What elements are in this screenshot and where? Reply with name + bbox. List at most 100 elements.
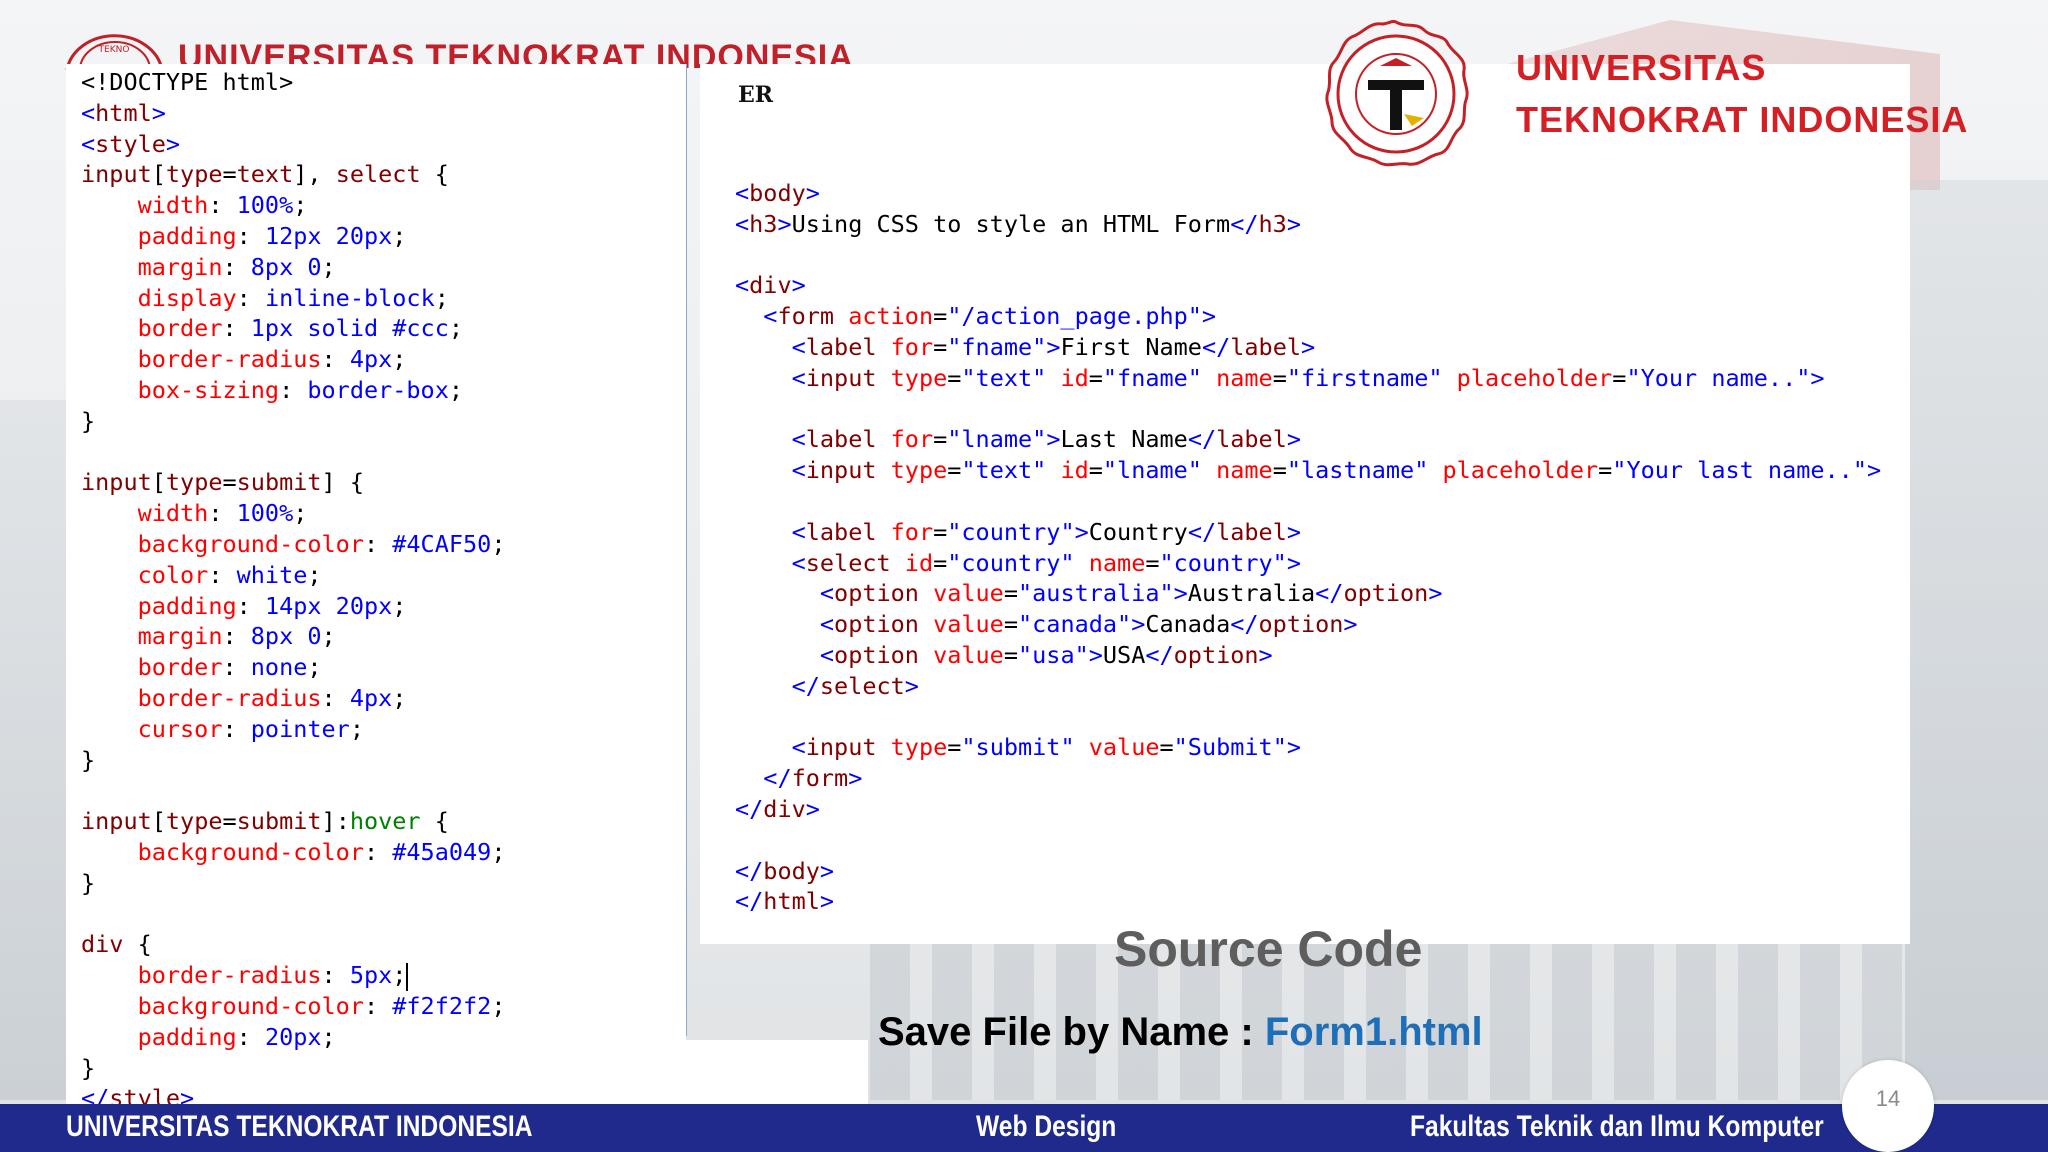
code-token: </ [1315, 579, 1344, 608]
code-token: "Your name.." [1626, 363, 1811, 392]
code-token: Canada [1145, 610, 1231, 639]
code-token: > [1046, 425, 1061, 454]
footer-bar: UNIVERSITAS TEKNOKRAT INDONESIA Web Desi… [0, 1104, 2048, 1152]
code-token: : [321, 683, 350, 712]
code-line: <html> [81, 98, 505, 129]
code-token: ; [392, 345, 407, 374]
code-line: <label for="lname">Last Name</label> [735, 424, 1881, 455]
code-token: "lname" [1102, 456, 1202, 485]
code-token: > [165, 129, 181, 158]
code-token: </ [1201, 332, 1231, 361]
code-token: id [1060, 363, 1089, 392]
code-token: body [763, 856, 820, 885]
code-token: : [279, 375, 308, 404]
code-token: name [1216, 363, 1273, 392]
code-line: display: inline-block; [81, 283, 505, 314]
code-line: </html> [735, 886, 1881, 917]
code-token: ; [448, 375, 464, 404]
code-token: = [1612, 363, 1627, 392]
code-token: "country" [947, 517, 1075, 546]
code-token: name [1216, 456, 1273, 485]
code-line: <body> [735, 178, 1881, 209]
code-token: : [208, 560, 237, 589]
code-token: ; [293, 499, 308, 528]
code-token: margin [137, 622, 223, 651]
code-token: type [165, 468, 223, 497]
code-line: padding: 12px 20px; [81, 221, 505, 252]
code-token: : [321, 345, 350, 374]
code-token: form [791, 764, 849, 793]
code-token: "lname" [947, 425, 1047, 454]
code-token: ; [491, 529, 506, 558]
code-token: [ [151, 160, 166, 189]
code-token: border [137, 653, 223, 682]
code-token: body [749, 179, 806, 207]
code-token: : [236, 1022, 265, 1051]
svg-text:TEKNO: TEKNO [98, 45, 130, 55]
code-token: 5px [349, 961, 393, 990]
code-token: type [890, 456, 948, 485]
code-token: submit [236, 807, 322, 836]
code-token: > [1286, 517, 1302, 546]
code-token: #4CAF50 [392, 529, 492, 558]
code-token: : [222, 252, 251, 281]
code-token: = [1159, 733, 1174, 762]
code-token: "usa" [1018, 640, 1089, 669]
code-line: box-sizing: border-box; [81, 375, 505, 406]
code-token: > [819, 856, 835, 885]
code-token: ; [434, 283, 449, 312]
code-token: < [791, 332, 806, 361]
code-line: </form> [735, 763, 1881, 794]
code-token: : [208, 191, 237, 220]
code-token: ; [321, 622, 336, 651]
code-token: select [805, 548, 891, 577]
code-token: < [819, 640, 835, 669]
code-token: style [95, 129, 166, 158]
code-token: : [208, 499, 237, 528]
code-token: select [819, 671, 905, 700]
code-token: ] { [321, 468, 364, 497]
code-token: > [1286, 733, 1301, 762]
code-token: border-radius [137, 345, 322, 374]
footer-course: Web Design [976, 1110, 1117, 1143]
code-token: > [777, 209, 792, 238]
code-token: 8px 0 [250, 622, 322, 651]
code-token: = [933, 425, 948, 454]
code-line: } [81, 745, 505, 776]
code-token: id [1060, 456, 1089, 485]
code-token: : [236, 591, 265, 620]
code-token: > [1286, 425, 1302, 454]
code-token: 4px [349, 345, 393, 374]
code-token: border-radius [137, 961, 322, 990]
code-token: padding [137, 221, 237, 250]
code-token: = [222, 807, 237, 836]
code-token: [ [151, 807, 166, 836]
code-token: = [1003, 610, 1018, 639]
code-token: : [222, 622, 251, 651]
code-line: background-color: #f2f2f2; [81, 991, 506, 1022]
code-token: ; [448, 314, 464, 343]
code-token: > [1286, 209, 1301, 238]
code-token: } [81, 1053, 96, 1082]
code-token: margin [137, 252, 223, 281]
code-token: < [791, 363, 806, 392]
code-token: = [947, 733, 962, 762]
code-token: ; [392, 683, 407, 712]
footer-faculty: Fakultas Teknik dan Ilmu Komputer [1410, 1110, 1824, 1143]
